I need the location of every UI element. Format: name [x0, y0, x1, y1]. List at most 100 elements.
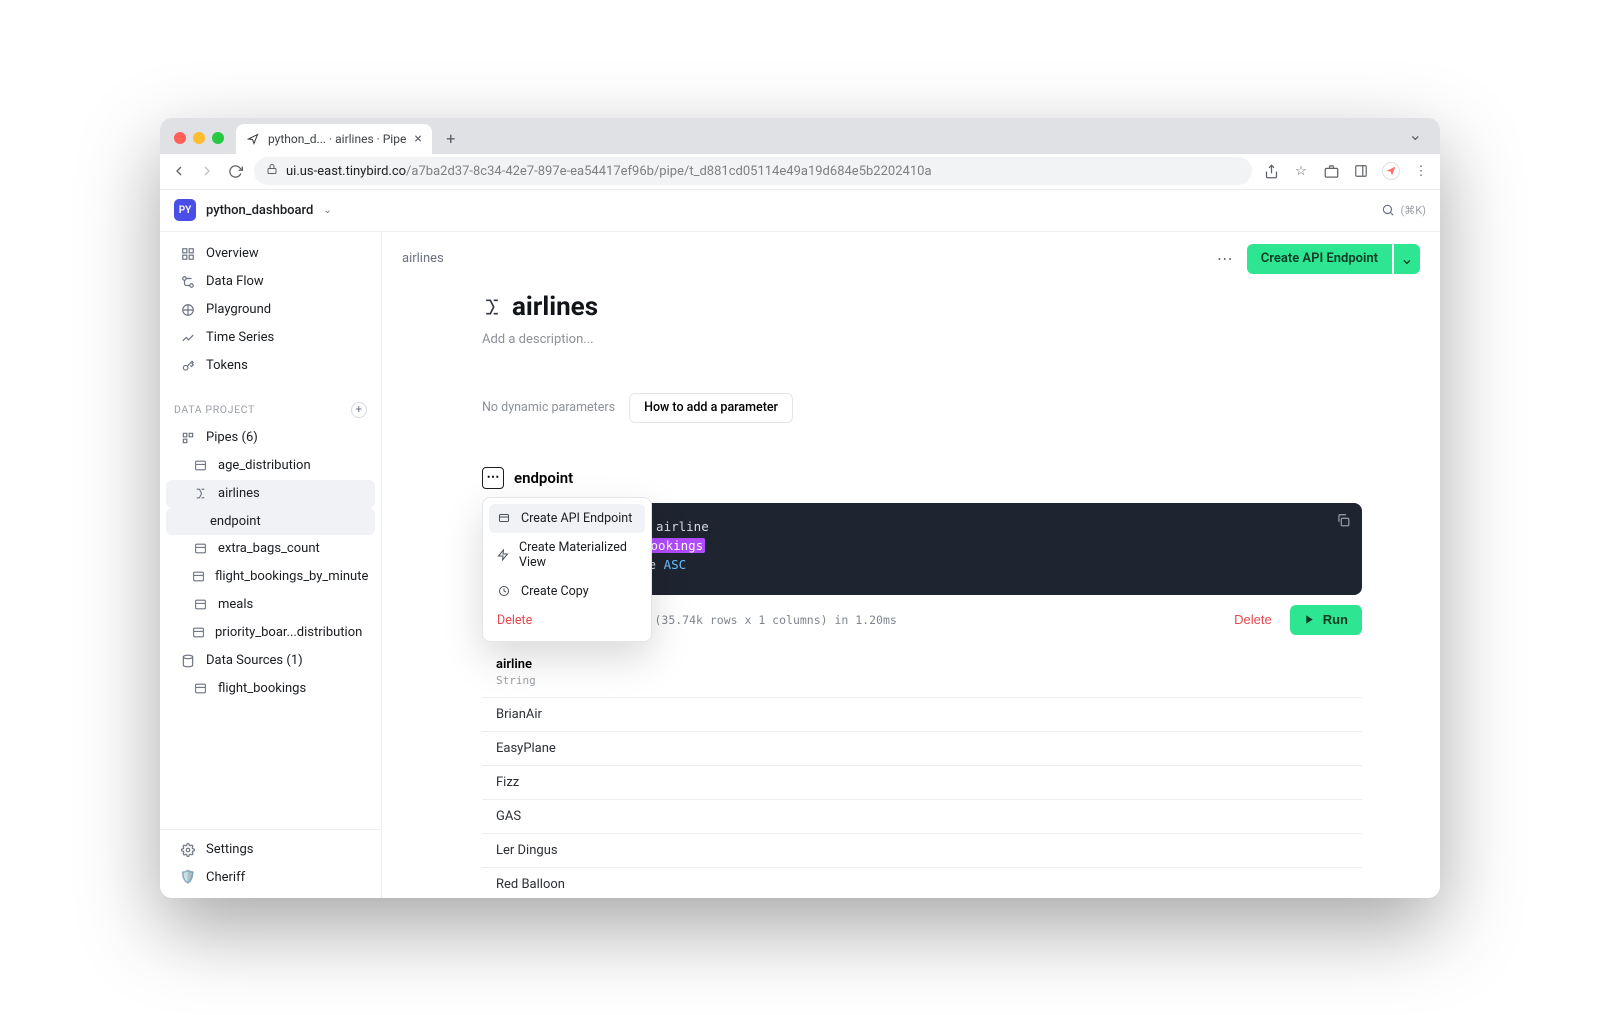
profile-icon[interactable]	[1382, 162, 1400, 180]
sidebar-pipe-item[interactable]: priority_boar...distribution	[166, 619, 375, 647]
tab-close-icon[interactable]: ×	[414, 131, 421, 147]
table-cell[interactable]: GAS	[482, 799, 1362, 833]
new-tab-button[interactable]: +	[438, 126, 464, 152]
sidebar-item-label: Playground	[206, 302, 271, 317]
lock-icon	[266, 163, 278, 179]
share-icon[interactable]	[1262, 162, 1280, 180]
page-title[interactable]: airlines	[512, 292, 598, 322]
zoom-window-icon[interactable]	[212, 132, 224, 144]
no-params-label: No dynamic parameters	[482, 400, 615, 415]
run-button-label: Run	[1323, 612, 1348, 627]
menu-create-copy-label: Create Copy	[521, 584, 589, 599]
datasource-group-icon	[180, 653, 196, 669]
table-cell[interactable]: Ler Dingus	[482, 833, 1362, 867]
menu-create-api[interactable]: Create API Endpoint	[489, 504, 645, 533]
table-cell[interactable]: EasyPlane	[482, 731, 1362, 765]
sidebar-pipe-item[interactable]: age_distribution	[166, 452, 375, 480]
sidebar-item-overview[interactable]: Overview	[166, 240, 375, 268]
extensions-icon[interactable]	[1322, 162, 1340, 180]
table-cell[interactable]: Red Balloon	[482, 867, 1362, 898]
sidebar-item-label: Overview	[206, 246, 259, 261]
sidebar-pipes[interactable]: Pipes (6)	[166, 424, 375, 452]
nav-icon	[180, 246, 196, 262]
workspace-caret-icon[interactable]: ⌄	[323, 205, 331, 216]
command-search[interactable]: (⌘K)	[1381, 203, 1427, 217]
browser-tabbar: python_d... · airlines · Pipe × + ⌄	[160, 118, 1440, 154]
sql-line3b: ASC	[664, 557, 687, 572]
node-more-button[interactable]: ⋯	[482, 467, 504, 489]
sidebar-item-tokens[interactable]: Tokens	[166, 352, 375, 380]
sidebar-item-label: extra_bags_count	[218, 541, 320, 556]
sidebar-item-label: Tokens	[206, 358, 248, 373]
page-more-icon[interactable]: ⋯	[1211, 245, 1239, 273]
sidebar: Overview Data Flow Playground Time Series To…	[160, 232, 382, 898]
create-api-endpoint-button[interactable]: Create API Endpoint	[1247, 244, 1392, 274]
sidebar-pipe-item[interactable]: flight_bookings_by_minute	[166, 563, 375, 591]
create-api-endpoint-caret-icon[interactable]: ⌄	[1394, 244, 1420, 274]
sidebar-item-settings[interactable]: Settings	[166, 836, 375, 864]
sidebar-datasource-item[interactable]: flight_bookings	[166, 675, 375, 703]
column-name: airline	[496, 657, 532, 672]
table-icon	[192, 541, 208, 557]
results-table: airline String BrianAirEasyPlaneFizzGASL…	[482, 647, 1362, 898]
menu-delete[interactable]: Delete	[489, 606, 645, 635]
delete-node-link[interactable]: Delete	[1234, 612, 1272, 627]
app-header: PY python_dashboard ⌄ (⌘K)	[160, 190, 1440, 232]
bookmark-icon[interactable]: ☆	[1292, 162, 1310, 180]
table-icon	[192, 625, 205, 641]
sidebar-section-label: DATA PROJECT	[174, 403, 255, 416]
nav-icon	[180, 330, 196, 346]
url-field[interactable]: ui.us-east.tinybird.co/a7ba2d37-8c34-42e…	[254, 157, 1252, 185]
sidebar-pipe-item[interactable]: extra_bags_count	[166, 535, 375, 563]
add-resource-icon[interactable]: +	[351, 402, 367, 418]
workspace-avatar: PY	[174, 199, 196, 221]
sidebar-node-item[interactable]: endpoint	[166, 508, 375, 535]
sidebar-pipes-label: Pipes (6)	[206, 430, 258, 445]
menu-create-mv[interactable]: Create Materialized View	[489, 533, 645, 577]
back-icon[interactable]	[170, 162, 188, 180]
workspace-name[interactable]: python_dashboard	[206, 203, 313, 218]
materialized-view-icon	[497, 548, 509, 562]
sidebar-item-label: meals	[218, 597, 253, 612]
sidebar-item-playground[interactable]: Playground	[166, 296, 375, 324]
node-name[interactable]: endpoint	[514, 469, 573, 487]
copy-sql-icon[interactable]	[1336, 513, 1350, 530]
minimize-window-icon[interactable]	[193, 132, 205, 144]
sidebar-section-header: DATA PROJECT +	[160, 388, 381, 424]
howto-add-parameter-button[interactable]: How to add a parameter	[629, 393, 793, 423]
sidebar-datasources[interactable]: Data Sources (1)	[166, 647, 375, 675]
menu-create-api-label: Create API Endpoint	[521, 511, 632, 526]
browser-menu-icon[interactable]: ⋮	[1412, 162, 1430, 180]
nav-icon	[180, 302, 196, 318]
sidebar-pipe-item[interactable]: airlines	[166, 480, 375, 508]
sidebar-item-label: Cheriff	[206, 870, 245, 885]
table-icon	[192, 458, 208, 474]
run-button[interactable]: Run	[1290, 605, 1362, 635]
column-header[interactable]: airline String	[482, 647, 1362, 698]
table-cell[interactable]: BrianAir	[482, 697, 1362, 731]
browser-window: python_d... · airlines · Pipe × + ⌄ ui.u…	[160, 118, 1440, 898]
pipe-icon	[192, 486, 208, 502]
tab-favicon-icon	[246, 132, 260, 146]
sidebar-item-data-flow[interactable]: Data Flow	[166, 268, 375, 296]
table-cell[interactable]: Fizz	[482, 765, 1362, 799]
panel-icon[interactable]	[1352, 162, 1370, 180]
tabs-list-icon[interactable]: ⌄	[1409, 125, 1432, 154]
api-endpoint-icon	[497, 511, 511, 525]
sidebar-item-label: endpoint	[210, 514, 261, 529]
description-placeholder[interactable]: Add a description...	[482, 332, 1362, 347]
sidebar-item-time-series[interactable]: Time Series	[166, 324, 375, 352]
column-type: String	[496, 674, 1348, 687]
forward-icon	[198, 162, 216, 180]
browser-tab[interactable]: python_d... · airlines · Pipe ×	[236, 124, 432, 154]
sidebar-item-label: flight_bookings_by_minute	[215, 569, 368, 584]
sidebar-item-cheriff[interactable]: 🛡️Cheriff	[166, 864, 375, 892]
breadcrumb[interactable]: airlines	[402, 251, 444, 266]
reload-icon[interactable]	[226, 162, 244, 180]
tab-title: python_d... · airlines · Pipe	[268, 132, 406, 146]
menu-create-copy[interactable]: Create Copy	[489, 577, 645, 606]
pipe-group-icon	[180, 430, 196, 446]
node-menu: Create API Endpoint Create Materialized …	[482, 497, 652, 642]
sidebar-pipe-item[interactable]: meals	[166, 591, 375, 619]
close-window-icon[interactable]	[174, 132, 186, 144]
